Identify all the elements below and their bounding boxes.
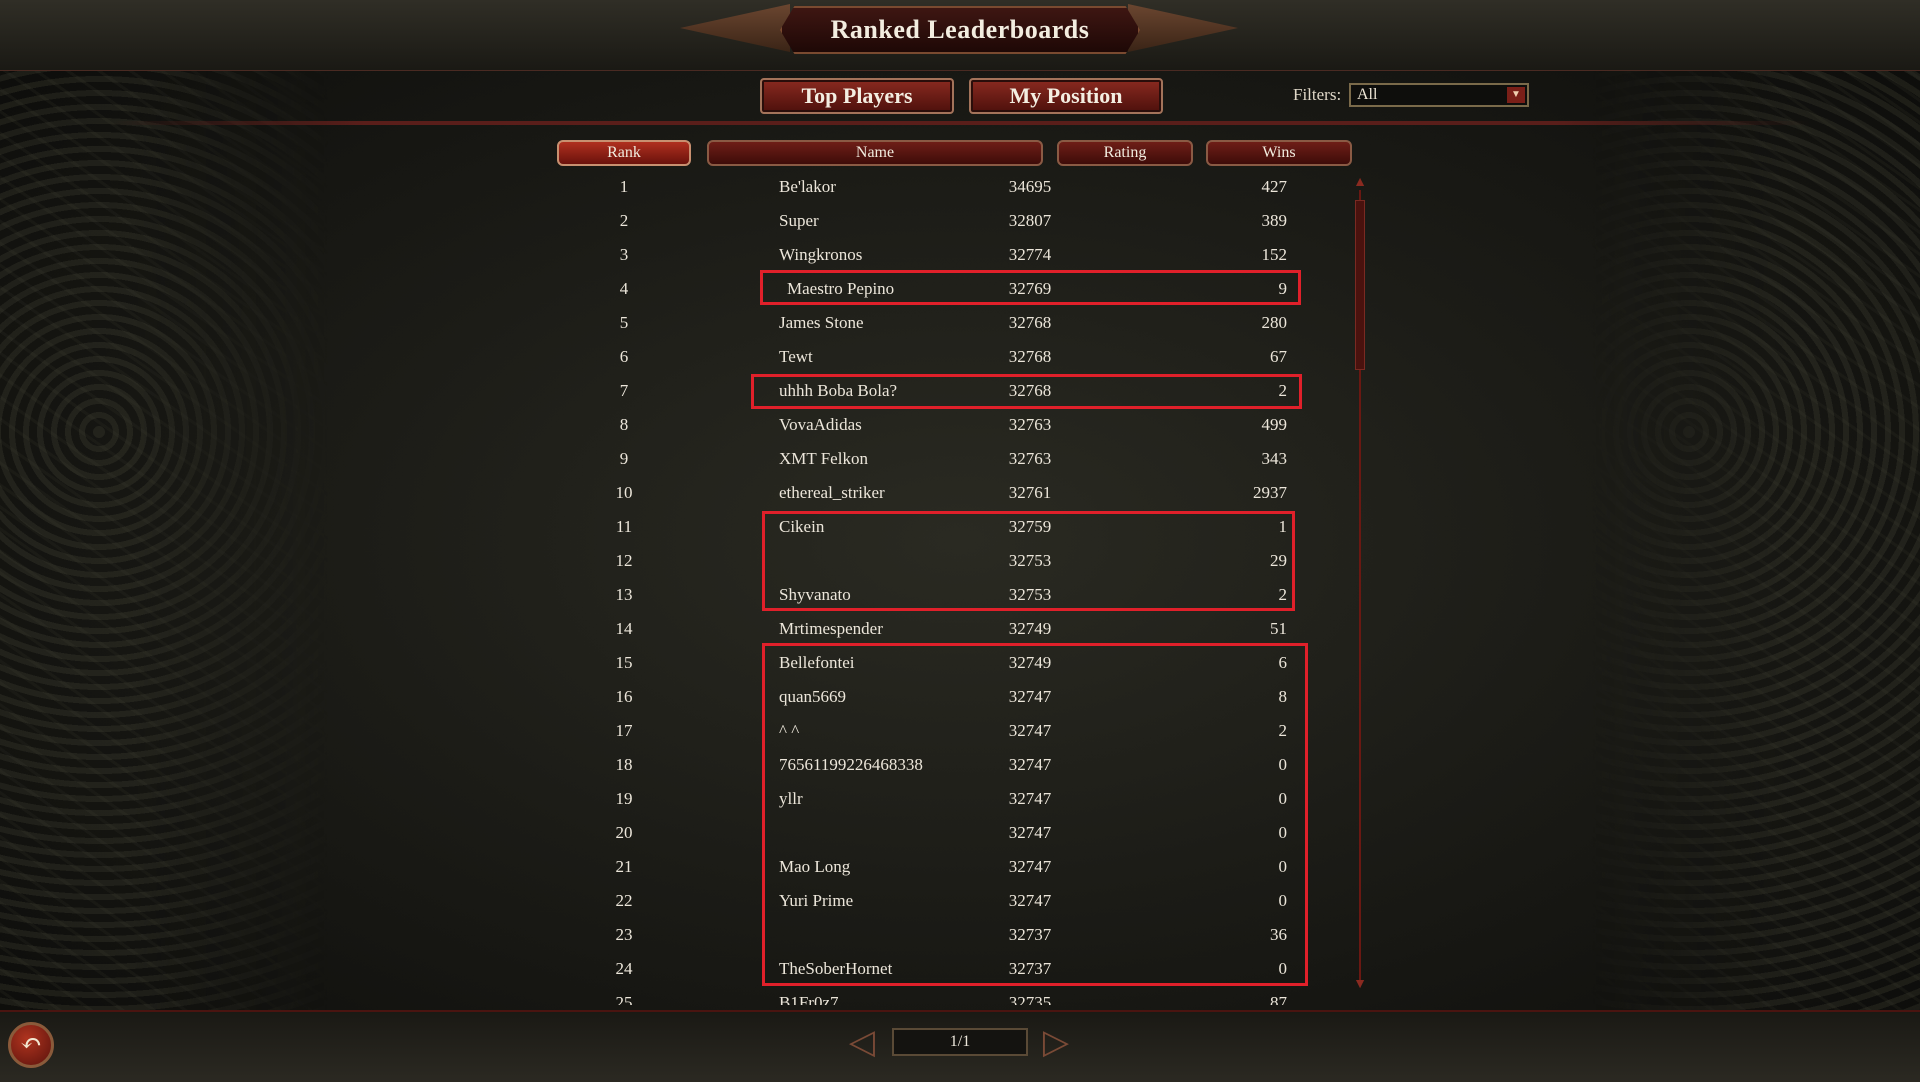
row-name: VovaAdidas	[779, 415, 862, 434]
row-wins: 427	[1261, 177, 1288, 196]
table-row[interactable]: 1 Be'lakor 34695 427	[560, 170, 1360, 204]
back-arrow-icon[interactable]: ↶	[8, 1022, 54, 1068]
row-rating: 32735	[1008, 993, 1052, 1005]
toolbar-divider	[110, 121, 1810, 125]
row-wins: 343	[1261, 449, 1288, 468]
row-rank: 6	[619, 347, 629, 366]
row-rank: 12	[615, 551, 633, 570]
row-name: Mrtimespender	[779, 619, 883, 638]
row-rating: 32774	[1008, 245, 1052, 264]
row-name: ethereal_striker	[779, 483, 885, 502]
chevron-down-icon[interactable]: ▼	[1507, 87, 1525, 103]
column-header-rank[interactable]: Rank	[557, 140, 691, 166]
highlight-box	[751, 374, 1302, 409]
table-row[interactable]: 2 Super 32807 389	[560, 204, 1360, 238]
row-rank: 4	[619, 279, 629, 298]
scroll-down-arrow-icon[interactable]: ▼	[1353, 978, 1367, 992]
row-wins: 280	[1261, 313, 1288, 332]
row-rank: 7	[619, 381, 629, 400]
column-header-rating[interactable]: Rating	[1057, 140, 1193, 166]
row-rank: 17	[615, 721, 633, 740]
row-rank: 22	[615, 891, 633, 910]
table-row[interactable]: 10 ethereal_striker 32761 2937	[560, 476, 1360, 510]
row-name: Wingkronos	[779, 245, 863, 264]
row-name: XMT Felkon	[779, 449, 868, 468]
row-wins: 152	[1261, 245, 1288, 264]
row-rank: 21	[615, 857, 633, 876]
row-name: Super	[779, 211, 819, 230]
row-rank: 9	[619, 449, 629, 468]
page-indicator: 1/1	[892, 1028, 1028, 1056]
filters-dropdown[interactable]: All ▼	[1349, 83, 1529, 107]
row-rating: 32768	[1008, 347, 1052, 366]
row-rating: 32768	[1008, 313, 1052, 332]
table-row[interactable]: 6 Tewt 32768 67	[560, 340, 1360, 374]
top-players-button[interactable]: Top Players	[760, 78, 954, 114]
row-wins: 389	[1261, 211, 1288, 230]
row-rank: 11	[615, 517, 633, 536]
row-wins: 499	[1261, 415, 1288, 434]
row-wins: 67	[1270, 347, 1287, 366]
my-position-button[interactable]: My Position	[969, 78, 1163, 114]
column-header-wins[interactable]: Wins	[1206, 140, 1352, 166]
table-row[interactable]: 5 James Stone 32768 280	[560, 306, 1360, 340]
filters-label: Filters:	[1293, 85, 1342, 104]
row-name: Be'lakor	[779, 177, 836, 196]
row-rating: 32763	[1008, 415, 1052, 434]
row-wins: 51	[1270, 619, 1287, 638]
row-rank: 19	[615, 789, 633, 808]
row-rank: 2	[619, 211, 629, 230]
row-rating: 32761	[1008, 483, 1052, 502]
row-rank: 23	[615, 925, 633, 944]
table-row[interactable]: 8 VovaAdidas 32763 499	[560, 408, 1360, 442]
scrollbar-thumb[interactable]	[1355, 200, 1365, 370]
page-title: Ranked Leaderboards	[830, 15, 1090, 44]
filters-value: All	[1357, 86, 1378, 103]
row-rank: 24	[615, 959, 633, 978]
row-rating: 32807	[1008, 211, 1052, 230]
row-rank: 3	[619, 245, 629, 264]
row-rank: 15	[615, 653, 633, 672]
row-rank: 5	[619, 313, 629, 332]
ornament-right	[1590, 0, 1920, 1080]
highlight-box	[762, 643, 1308, 986]
row-rating: 32763	[1008, 449, 1052, 468]
arrow-left-icon[interactable]: ◁	[842, 1024, 882, 1062]
highlight-box	[760, 270, 1301, 305]
table-row[interactable]: 14 Mrtimespender 32749 51	[560, 612, 1360, 646]
row-wins: 87	[1270, 993, 1287, 1005]
row-rank: 1	[619, 177, 629, 196]
row-rank: 16	[615, 687, 633, 706]
highlight-box	[762, 511, 1295, 611]
table-row[interactable]: 25 B1Fr0z7 32735 87	[560, 986, 1360, 1005]
row-name: James Stone	[779, 313, 864, 332]
row-name: Tewt	[779, 347, 813, 366]
scroll-up-arrow-icon[interactable]: ▲	[1353, 176, 1367, 190]
table-row[interactable]: 9 XMT Felkon 32763 343	[560, 442, 1360, 476]
row-rank: 14	[615, 619, 633, 638]
row-rank: 25	[615, 993, 633, 1005]
arrow-right-icon[interactable]: ▷	[1036, 1024, 1076, 1062]
row-rank: 13	[615, 585, 633, 604]
row-rating: 34695	[1008, 177, 1052, 196]
row-wins: 2937	[1253, 483, 1287, 502]
row-rank: 10	[615, 483, 633, 502]
row-rating: 32749	[1008, 619, 1052, 638]
table-row[interactable]: 3 Wingkronos 32774 152	[560, 238, 1360, 272]
row-rank: 8	[619, 415, 629, 434]
row-rank: 18	[615, 755, 633, 774]
column-header-name[interactable]: Name	[707, 140, 1043, 166]
ornament-left	[0, 0, 330, 1080]
title-banner: Ranked Leaderboards	[780, 6, 1140, 54]
row-rank: 20	[615, 823, 633, 842]
row-name: B1Fr0z7	[779, 993, 839, 1005]
